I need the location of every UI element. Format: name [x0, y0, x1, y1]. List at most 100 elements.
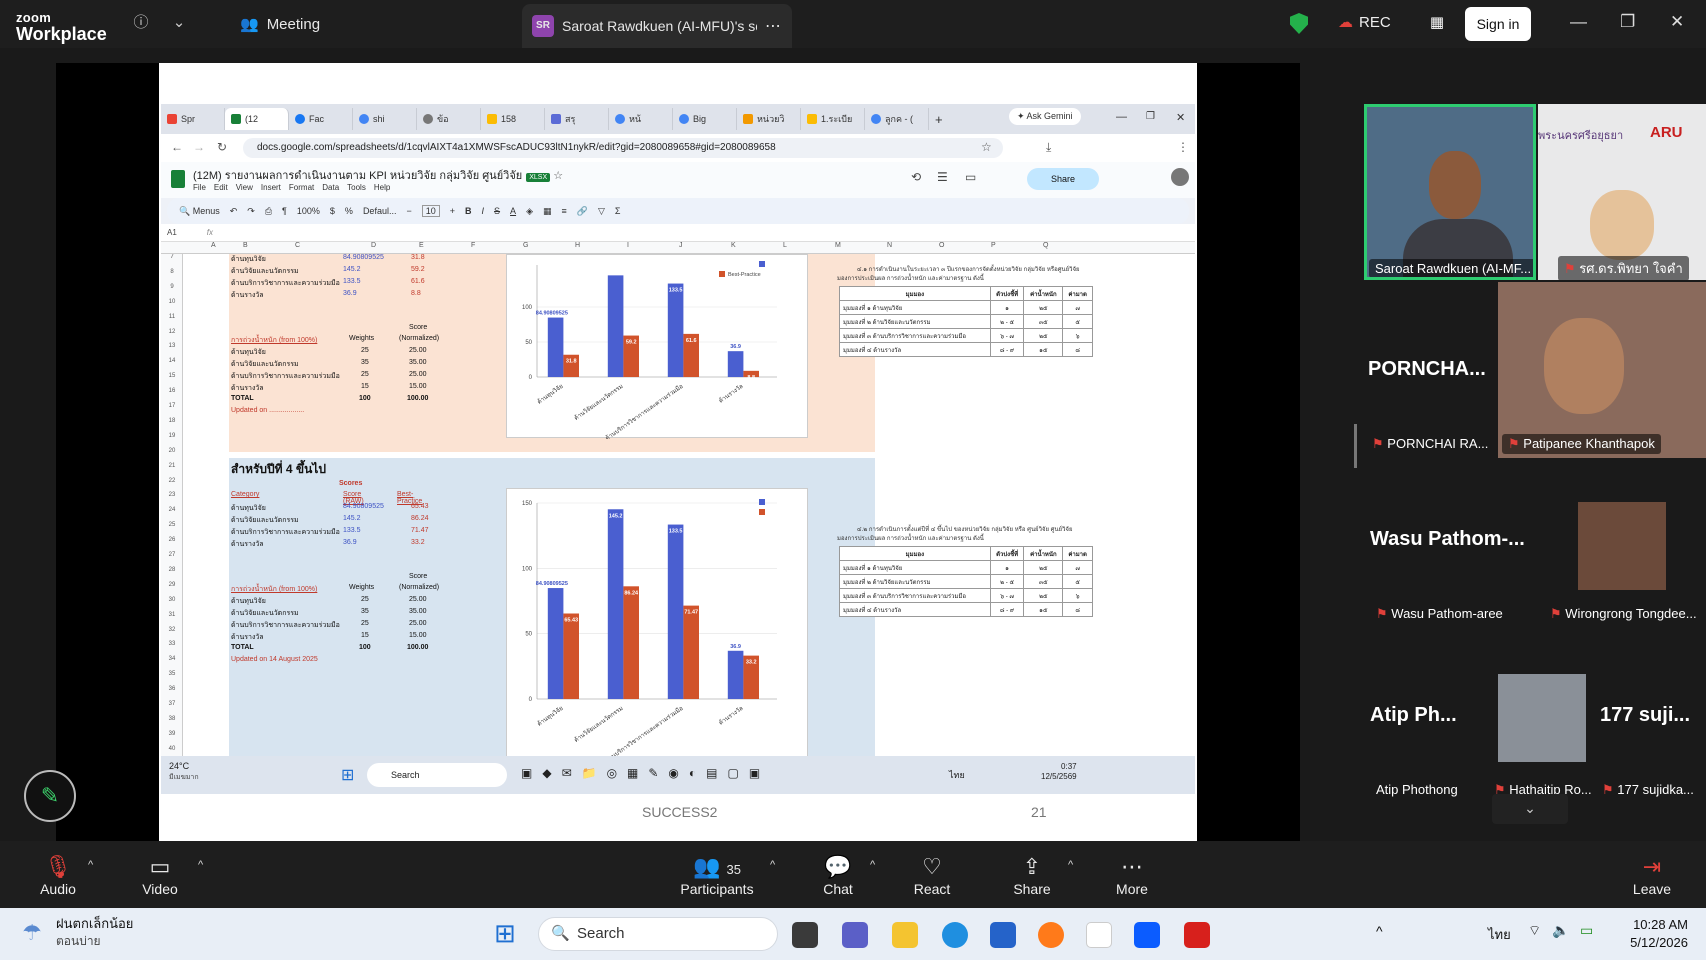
- screen-share-tab[interactable]: SR Saroat Rawdkuen (AI-MFU)'s scre ⋯: [522, 4, 792, 48]
- store-icon[interactable]: [990, 922, 1016, 948]
- chat-button[interactable]: 💬 Chat: [798, 853, 878, 897]
- security-shield-icon[interactable]: [1290, 13, 1308, 34]
- text-color-icon[interactable]: A: [510, 206, 516, 216]
- menu-edit[interactable]: Edit: [214, 183, 228, 192]
- redo-icon[interactable]: ↷: [247, 206, 255, 217]
- fill-color-icon[interactable]: ◈: [526, 206, 533, 217]
- formula-bar[interactable]: A1 fx: [161, 224, 1195, 242]
- browser-tab[interactable]: หน้: [609, 108, 673, 130]
- weather-widget[interactable]: ฝนตกเล็กน้อย ตอนบ่าย: [56, 916, 133, 950]
- menus-search[interactable]: 🔍 Menus: [179, 206, 220, 217]
- video-tile[interactable]: ⚑ Hathaitip Ro...: [1488, 638, 1596, 814]
- align-icon[interactable]: ≡: [562, 206, 567, 216]
- video-tile-off[interactable]: Atip Ph... Atip Phothong: [1362, 638, 1488, 814]
- back-icon[interactable]: ←: [171, 140, 183, 154]
- system-clock[interactable]: 10:28 AM 5/12/2026: [1618, 916, 1688, 952]
- url-input[interactable]: docs.google.com/spreadsheets/d/1cqvlAIXT…: [243, 138, 1003, 158]
- windows-start-icon[interactable]: ⊞: [341, 765, 354, 785]
- menu-file[interactable]: File: [193, 183, 206, 192]
- tray-chevron-icon[interactable]: ^: [1376, 923, 1383, 939]
- browser-tab[interactable]: 1.ระเบีย: [801, 108, 865, 130]
- filter-icon[interactable]: ▽: [598, 206, 605, 217]
- participants-button[interactable]: 👥 35 Participants: [672, 853, 762, 897]
- italic-icon[interactable]: I: [482, 206, 485, 216]
- task-view-icon[interactable]: [792, 922, 818, 948]
- spreadsheet-grid[interactable]: 7 8 9 10 11 12 13 14 15 16 17 18 19 20 21 22 23 24 25 26 27 2…: [161, 254, 1195, 762]
- browser-tab[interactable]: ลูกค - (: [865, 108, 929, 130]
- more-button[interactable]: ⋯ More: [1092, 853, 1172, 897]
- meet-icon[interactable]: ▭: [965, 170, 976, 184]
- chart-bottom[interactable]: 0 50 100 150 84.90809525 65.43 ด้านทุนวิจัย 145…: [506, 488, 808, 762]
- name-box[interactable]: A1: [167, 228, 177, 237]
- strikethrough-icon[interactable]: S: [494, 206, 500, 216]
- volume-icon[interactable]: 🔈: [1552, 922, 1569, 939]
- browser-tab[interactable]: หน่วยวิ: [737, 108, 801, 130]
- edge-icon[interactable]: [942, 922, 968, 948]
- video-tile-active-speaker[interactable]: Saroat Rawdkuen (AI-MF...: [1364, 104, 1536, 280]
- font-size-decrease[interactable]: −: [406, 206, 411, 216]
- browser-tab-active[interactable]: (12: [225, 108, 289, 130]
- audio-button[interactable]: 🎙 Audio: [18, 853, 98, 897]
- paint-format-icon[interactable]: ¶: [282, 206, 287, 216]
- leave-button[interactable]: ⇥ Leave: [1612, 853, 1692, 897]
- file-explorer-icon[interactable]: [892, 922, 918, 948]
- browser-tab[interactable]: 158: [481, 108, 545, 130]
- teams-icon[interactable]: [842, 922, 868, 948]
- star-icon[interactable]: ☆: [553, 170, 563, 182]
- wifi-icon[interactable]: ⌔: [1528, 922, 1541, 940]
- currency-icon[interactable]: $: [330, 206, 335, 216]
- close-icon[interactable]: ✕: [1176, 111, 1185, 124]
- undo-icon[interactable]: ↶: [230, 206, 238, 217]
- kebab-menu-icon[interactable]: ⋮: [1177, 140, 1189, 154]
- windows-start-icon[interactable]: ⊞: [494, 918, 516, 949]
- comments-icon[interactable]: ☰: [937, 170, 948, 184]
- minimize-icon[interactable]: —: [1116, 111, 1127, 123]
- browser-tab[interactable]: Fac: [289, 108, 353, 130]
- input-language[interactable]: ไทย: [1488, 924, 1511, 945]
- browser-tab[interactable]: Big: [673, 108, 737, 130]
- video-button[interactable]: ▭ Video: [120, 853, 200, 897]
- more-options-icon[interactable]: ⋯: [765, 16, 781, 36]
- bookmark-star-icon[interactable]: ☆: [981, 140, 992, 154]
- close-icon[interactable]: ✕: [1670, 12, 1684, 32]
- zoom-app-icon[interactable]: [1134, 922, 1160, 948]
- font-select[interactable]: Defaul...: [363, 206, 397, 216]
- gallery-view-icon[interactable]: ▦: [1426, 12, 1448, 34]
- gallery-scroll-down-button[interactable]: ⌄: [1492, 794, 1568, 824]
- video-tile-off[interactable]: PORNCHA... ⚑ PORNCHAI RA...: [1362, 282, 1496, 458]
- acrobat-icon[interactable]: [1184, 922, 1210, 948]
- functions-icon[interactable]: Σ: [615, 206, 621, 216]
- video-tile[interactable]: ⚑ Wirongrong Tongdee...: [1540, 460, 1706, 636]
- amazon-icon[interactable]: [1086, 922, 1112, 948]
- info-icon[interactable]: ⓘ: [130, 12, 152, 34]
- menu-tools[interactable]: Tools: [347, 183, 366, 192]
- percent-icon[interactable]: %: [345, 206, 353, 216]
- share-options-chevron[interactable]: ^: [1068, 859, 1073, 871]
- recording-indicator[interactable]: ☁ REC: [1338, 13, 1391, 32]
- battery-icon[interactable]: ▭: [1580, 922, 1593, 939]
- menu-view[interactable]: View: [236, 183, 253, 192]
- reload-icon[interactable]: ↻: [217, 140, 227, 154]
- chat-options-chevron[interactable]: ^: [870, 859, 875, 871]
- font-size-input[interactable]: 10: [421, 205, 440, 217]
- browser-tab[interactable]: สรุ: [545, 108, 609, 130]
- browser-tab[interactable]: shi: [353, 108, 417, 130]
- chart-top[interactable]: 0 50 100 84.90809525 31.8 ด้านทุนวิจัย 59.2 ด้า…: [506, 254, 808, 442]
- chevron-down-icon[interactable]: ⌄: [168, 12, 190, 34]
- menu-format[interactable]: Format: [289, 183, 314, 192]
- audio-options-chevron[interactable]: ^: [88, 859, 93, 871]
- gallery-scrollbar[interactable]: [1354, 424, 1357, 468]
- print-icon[interactable]: ⎙: [265, 206, 272, 217]
- borders-icon[interactable]: ▦: [543, 206, 552, 217]
- react-button[interactable]: ♡ React: [892, 853, 972, 897]
- browser-tab[interactable]: ข้อ: [417, 108, 481, 130]
- forward-icon[interactable]: →: [193, 140, 205, 154]
- sign-in-button[interactable]: Sign in: [1465, 7, 1531, 41]
- restore-icon[interactable]: ❐: [1620, 12, 1635, 32]
- annotate-pencil-button[interactable]: ✎: [24, 770, 76, 822]
- menu-data[interactable]: Data: [322, 183, 339, 192]
- zoom-select[interactable]: 100%: [297, 206, 320, 216]
- video-tile-off[interactable]: 177 suji... ⚑ 177 sujidka...: [1596, 638, 1706, 814]
- bold-icon[interactable]: B: [465, 206, 472, 216]
- new-tab-icon[interactable]: +: [935, 112, 943, 127]
